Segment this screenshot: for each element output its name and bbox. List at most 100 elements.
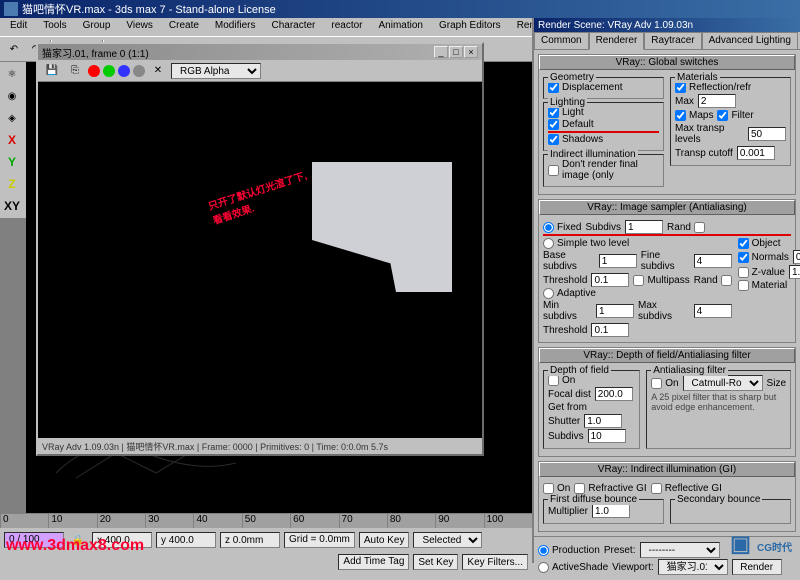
grid-label: Grid = 0.0mm xyxy=(284,532,355,548)
group-geometry-label: Geometry xyxy=(548,72,596,83)
render-status-bar: VRay Adv 1.09.03n | 猫吧情怀VR.max | Frame: … xyxy=(38,438,482,454)
render-frame-window: 猫家习.01, frame 0 (1:1) _ □ × 💾 ⎘ ✕ RGB Al… xyxy=(36,42,484,456)
app-titlebar: 猫吧情怀VR.max - 3ds max 7 - Stand-alone Lic… xyxy=(0,0,800,18)
tool-icon[interactable]: ◈ xyxy=(2,108,22,128)
menu-views[interactable]: Views xyxy=(120,20,159,34)
time-ruler[interactable]: 0102030405060708090100 xyxy=(0,514,532,528)
dof-on-checkbox[interactable]: On xyxy=(548,375,635,386)
render-button[interactable]: Render xyxy=(732,559,782,575)
render-window-titlebar[interactable]: 猫家习.01, frame 0 (1:1) _ □ × xyxy=(38,44,482,60)
filter-checkbox[interactable]: Filter xyxy=(717,110,753,121)
rendered-geometry xyxy=(312,162,452,292)
coord-z-field[interactable] xyxy=(220,532,280,548)
minimize-icon[interactable]: _ xyxy=(434,46,448,58)
activeshade-radio[interactable]: ActiveShade xyxy=(538,562,608,573)
dont-render-checkbox[interactable]: Don't render final image (only xyxy=(548,159,659,181)
cg-logo: ▣ CG时代 xyxy=(730,531,792,557)
render-toolbar: 💾 ⎘ ✕ RGB Alpha xyxy=(38,60,482,82)
menu-animation[interactable]: Animation xyxy=(373,20,429,34)
menu-tools[interactable]: Tools xyxy=(37,20,72,34)
rollout-gi: VRay:: Indirect illumination (GI) OnRefr… xyxy=(538,461,796,532)
aa-on-checkbox[interactable]: On xyxy=(651,378,678,389)
fixed-sampler-radio[interactable]: Fixed xyxy=(543,222,581,233)
light-checkbox[interactable]: Light xyxy=(548,107,659,118)
close-icon[interactable]: × xyxy=(464,46,478,58)
maximize-icon[interactable]: □ xyxy=(449,46,463,58)
aa-filter-dropdown[interactable]: Catmull-Rom xyxy=(683,375,763,391)
coord-y-field[interactable] xyxy=(156,532,216,548)
rollout-header[interactable]: VRay:: Image sampler (Antialiasing) xyxy=(539,200,795,215)
viewport-dropdown[interactable]: 猫家习.01 xyxy=(658,559,728,575)
channel-b-icon[interactable] xyxy=(118,65,130,77)
threshold-spinner[interactable] xyxy=(591,273,629,287)
zvalue-checkbox[interactable]: Z-value xyxy=(738,267,785,278)
simple-two-radio[interactable]: Simple two level xyxy=(543,238,732,249)
tab-renderer[interactable]: Renderer xyxy=(589,32,645,50)
app-title: 猫吧情怀VR.max - 3ds max 7 - Stand-alone Lic… xyxy=(22,1,796,17)
menu-character[interactable]: Character xyxy=(265,20,321,34)
transpcut-spinner[interactable] xyxy=(737,146,775,160)
keyfilters-button[interactable]: Key Filters... xyxy=(462,554,528,570)
menu-edit[interactable]: Edit xyxy=(4,20,33,34)
channel-alpha-icon[interactable] xyxy=(133,65,145,77)
axis-x-button[interactable]: X xyxy=(2,130,22,150)
menu-grapheditors[interactable]: Graph Editors xyxy=(433,20,507,34)
maps-checkbox[interactable]: Maps xyxy=(675,110,713,121)
tab-raytracer[interactable]: Raytracer xyxy=(644,32,701,49)
reflection-checkbox[interactable]: Reflection/refr xyxy=(675,82,786,93)
shadows-checkbox[interactable]: Shadows xyxy=(548,134,659,145)
rand-checkbox[interactable]: Rand xyxy=(667,222,705,233)
preset-dropdown[interactable]: -------- xyxy=(640,542,720,558)
menu-modifiers[interactable]: Modifiers xyxy=(209,20,262,34)
clear-icon[interactable]: ✕ xyxy=(148,61,168,81)
render-output: 只开了默认灯光渲了下, 看看效果. xyxy=(38,82,482,438)
subdivs-spinner[interactable] xyxy=(625,220,663,234)
reactor-icon[interactable]: ⚛ xyxy=(2,64,22,84)
group-materials-label: Materials xyxy=(675,72,720,83)
material-checkbox[interactable]: Material xyxy=(738,280,800,291)
mult-spinner[interactable] xyxy=(592,504,630,518)
displacement-checkbox[interactable]: Displacement xyxy=(548,82,659,93)
left-toolbar: ⚛ ◉ ◈ X Y Z XY xyxy=(0,62,26,218)
clone-icon[interactable]: ⎘ xyxy=(65,61,85,81)
app-icon xyxy=(4,2,18,16)
max-depth-spinner[interactable] xyxy=(698,94,736,108)
render-scene-dialog: Render Scene: VRay Adv 1.09.03n Common R… xyxy=(532,18,800,563)
undo-icon[interactable]: ↶ xyxy=(4,39,24,59)
object-checkbox[interactable]: Object xyxy=(738,238,800,249)
add-time-tag[interactable]: Add Time Tag xyxy=(338,554,409,570)
channel-g-icon[interactable] xyxy=(103,65,115,77)
maxtransp-spinner[interactable] xyxy=(748,127,786,141)
render-tabs: Common Renderer Raytracer Advanced Light… xyxy=(534,32,800,50)
focal-dist-spinner[interactable] xyxy=(595,387,633,401)
rollout-global-switches: VRay:: Global switches Geometry Displace… xyxy=(538,54,796,195)
production-radio[interactable]: Production xyxy=(538,545,600,556)
menu-create[interactable]: Create xyxy=(163,20,205,34)
axis-z-button[interactable]: Z xyxy=(2,174,22,194)
autokey-button[interactable]: Auto Key xyxy=(359,532,410,548)
keymode-dropdown[interactable]: Selected xyxy=(413,532,482,548)
render-dialog-title[interactable]: Render Scene: VRay Adv 1.09.03n xyxy=(534,18,800,32)
tab-common[interactable]: Common xyxy=(534,32,589,49)
base-subdivs-spinner[interactable] xyxy=(599,254,637,268)
group-indirect-label: Indirect illumination xyxy=(548,149,638,160)
axis-xy-button[interactable]: XY xyxy=(2,196,22,216)
rollout-header[interactable]: VRay:: Indirect illumination (GI) xyxy=(539,462,795,477)
rollout-header[interactable]: VRay:: Depth of field/Antialiasing filte… xyxy=(539,348,795,363)
menu-group[interactable]: Group xyxy=(77,20,117,34)
aa-description: A 25 pixel filter that is sharp but avoi… xyxy=(651,392,786,412)
tool-icon[interactable]: ◉ xyxy=(2,86,22,106)
default-light-checkbox[interactable]: Default xyxy=(548,119,659,130)
rollout-header[interactable]: VRay:: Global switches xyxy=(539,55,795,70)
adaptive-radio[interactable]: Adaptive xyxy=(543,288,732,299)
menu-reactor[interactable]: reactor xyxy=(325,20,368,34)
setkey-button[interactable]: Set Key xyxy=(413,554,458,570)
save-image-icon[interactable]: 💾 xyxy=(42,61,62,81)
channel-dropdown[interactable]: RGB Alpha xyxy=(171,63,261,79)
gi-on-checkbox[interactable]: On xyxy=(543,483,570,494)
axis-y-button[interactable]: Y xyxy=(2,152,22,172)
normals-checkbox[interactable]: Normals xyxy=(738,252,789,263)
channel-r-icon[interactable] xyxy=(88,65,100,77)
annotation-text: 只开了默认灯光渲了下, 看看效果. xyxy=(206,167,313,227)
tab-advlighting[interactable]: Advanced Lighting xyxy=(702,32,798,49)
